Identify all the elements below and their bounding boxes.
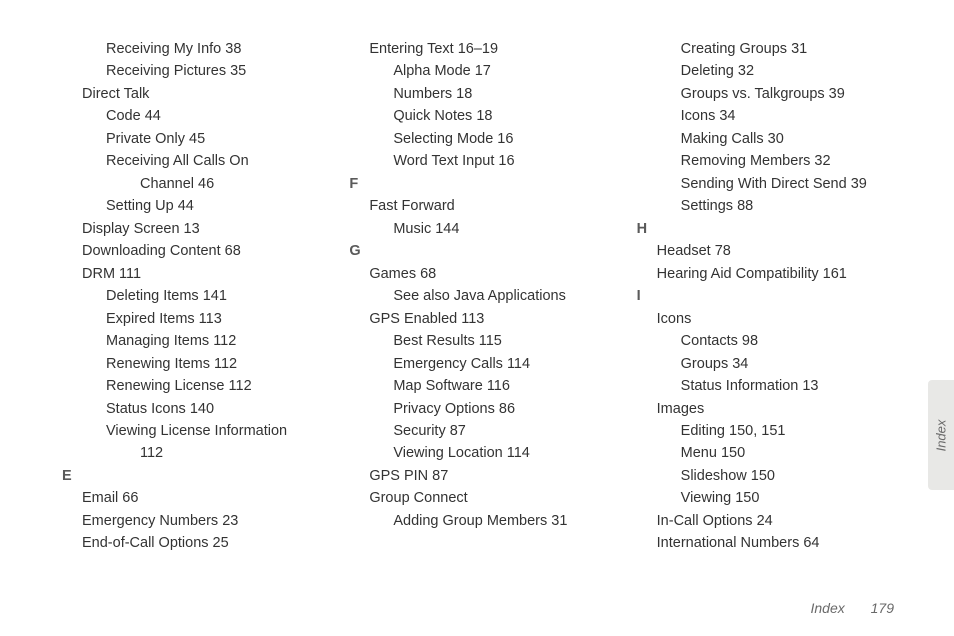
index-entry: Security 87 bbox=[393, 420, 606, 442]
index-entry: Renewing Items 112 bbox=[106, 353, 319, 375]
index-entry: Status Information 13 bbox=[681, 375, 894, 397]
index-entry: Managing Items 112 bbox=[106, 330, 319, 352]
index-entry: Expired Items 113 bbox=[106, 308, 319, 330]
footer-page-number: 179 bbox=[871, 600, 894, 616]
index-entry: Alpha Mode 17 bbox=[393, 60, 606, 82]
index-entry: Status Icons 140 bbox=[106, 398, 319, 420]
index-entry: Code 44 bbox=[106, 105, 319, 127]
index-entry: DRM 111 bbox=[82, 263, 319, 285]
index-entry: Email 66 bbox=[82, 487, 319, 509]
index-column-3: Creating Groups 31Deleting 32Groups vs. … bbox=[637, 38, 894, 555]
index-entry: Best Results 115 bbox=[393, 330, 606, 352]
index-letter-heading: E bbox=[62, 465, 319, 487]
index-entry: Creating Groups 31 bbox=[681, 38, 894, 60]
index-entry: Entering Text 16–19 bbox=[369, 38, 606, 60]
footer-section: Index bbox=[811, 600, 845, 616]
index-entry: Fast Forward bbox=[369, 195, 606, 217]
index-entry: Private Only 45 bbox=[106, 128, 319, 150]
index-entry: Deleting Items 141 bbox=[106, 285, 319, 307]
index-entry: Receiving All Calls On bbox=[106, 150, 319, 172]
index-entry: Editing 150, 151 bbox=[681, 420, 894, 442]
index-entry: Viewing License Information bbox=[106, 420, 319, 442]
index-entry: Games 68 bbox=[369, 263, 606, 285]
index-entry: Display Screen 13 bbox=[82, 218, 319, 240]
index-entry: Removing Members 32 bbox=[681, 150, 894, 172]
side-tab: Index bbox=[928, 380, 954, 490]
index-page: Receiving My Info 38Receiving Pictures 3… bbox=[0, 0, 954, 555]
index-column-2: Entering Text 16–19Alpha Mode 17Numbers … bbox=[349, 38, 606, 555]
index-entry: Downloading Content 68 bbox=[82, 240, 319, 262]
index-entry: Slideshow 150 bbox=[681, 465, 894, 487]
index-entry: Emergency Calls 114 bbox=[393, 353, 606, 375]
index-entry: Groups vs. Talkgroups 39 bbox=[681, 83, 894, 105]
index-entry: Making Calls 30 bbox=[681, 128, 894, 150]
index-entry: Viewing 150 bbox=[681, 487, 894, 509]
index-entry: Receiving My Info 38 bbox=[106, 38, 319, 60]
index-entry: Menu 150 bbox=[681, 442, 894, 464]
index-entry: End-of-Call Options 25 bbox=[82, 532, 319, 554]
index-entry: Direct Talk bbox=[82, 83, 319, 105]
index-entry: Settings 88 bbox=[681, 195, 894, 217]
index-entry: Word Text Input 16 bbox=[393, 150, 606, 172]
index-column-1: Receiving My Info 38Receiving Pictures 3… bbox=[62, 38, 319, 555]
index-entry: Selecting Mode 16 bbox=[393, 128, 606, 150]
index-entry: In-Call Options 24 bbox=[657, 510, 894, 532]
index-entry: Map Software 116 bbox=[393, 375, 606, 397]
index-entry: Contacts 98 bbox=[681, 330, 894, 352]
index-letter-heading: F bbox=[349, 173, 606, 195]
index-entry: Icons bbox=[657, 308, 894, 330]
index-entry: Renewing License 112 bbox=[106, 375, 319, 397]
index-entry: Deleting 32 bbox=[681, 60, 894, 82]
index-entry: 112 bbox=[140, 442, 319, 464]
index-entry: Headset 78 bbox=[657, 240, 894, 262]
index-entry: Quick Notes 18 bbox=[393, 105, 606, 127]
index-entry: Viewing Location 114 bbox=[393, 442, 606, 464]
side-tab-label: Index bbox=[934, 419, 949, 451]
index-entry: Groups 34 bbox=[681, 353, 894, 375]
index-letter-heading: H bbox=[637, 218, 894, 240]
index-entry: Group Connect bbox=[369, 487, 606, 509]
index-entry: International Numbers 64 bbox=[657, 532, 894, 554]
index-entry: Icons 34 bbox=[681, 105, 894, 127]
index-entry: Receiving Pictures 35 bbox=[106, 60, 319, 82]
index-entry: Emergency Numbers 23 bbox=[82, 510, 319, 532]
index-entry: Privacy Options 86 bbox=[393, 398, 606, 420]
index-entry: Hearing Aid Compatibility 161 bbox=[657, 263, 894, 285]
index-entry: Sending With Direct Send 39 bbox=[681, 173, 894, 195]
index-entry: See also Java Applications bbox=[393, 285, 606, 307]
index-entry: Numbers 18 bbox=[393, 83, 606, 105]
index-entry: Adding Group Members 31 bbox=[393, 510, 606, 532]
index-entry: GPS PIN 87 bbox=[369, 465, 606, 487]
page-footer: Index 179 bbox=[811, 600, 895, 616]
index-entry: Channel 46 bbox=[140, 173, 319, 195]
index-entry: GPS Enabled 113 bbox=[369, 308, 606, 330]
index-letter-heading: I bbox=[637, 285, 894, 307]
index-entry: Images bbox=[657, 398, 894, 420]
index-entry: Setting Up 44 bbox=[106, 195, 319, 217]
index-entry: Music 144 bbox=[393, 218, 606, 240]
index-letter-heading: G bbox=[349, 240, 606, 262]
